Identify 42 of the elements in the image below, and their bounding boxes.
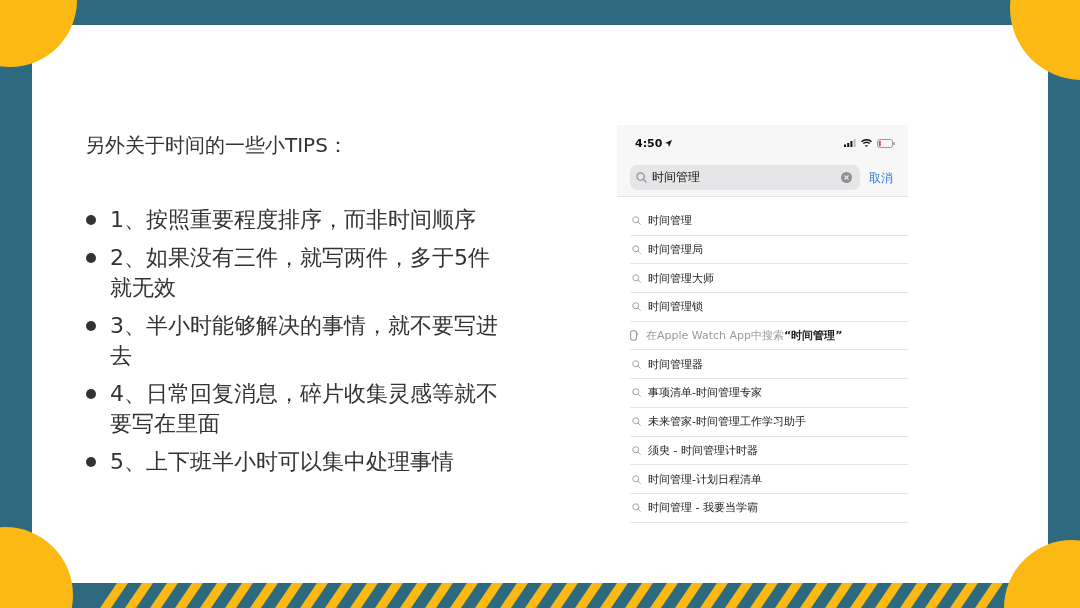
clear-icon[interactable] xyxy=(841,172,852,183)
slide-title: 另外关于时间的一些小TIPS： xyxy=(85,132,349,159)
search-icon xyxy=(632,474,641,484)
status-time: 4:50 xyxy=(635,136,663,150)
suggestion-item[interactable]: 须臾 - 时间管理计时器 xyxy=(630,436,908,466)
suggestion-item[interactable]: 事项清单-时间管理专家 xyxy=(630,379,908,408)
tip-text: 2、如果没有三件，就写两件，多于5件就无效 xyxy=(110,244,491,302)
search-icon xyxy=(636,172,647,183)
search-field[interactable]: 时间管理 xyxy=(630,165,860,190)
cancel-button[interactable]: 取消 xyxy=(869,169,893,186)
tip-text: 5、上下班半小时可以集中处理事情 xyxy=(110,448,455,476)
suggestion-item[interactable]: 时间管理局 xyxy=(630,235,908,265)
search-icon xyxy=(632,245,641,255)
tip-text: 1、按照重要程度排序，而非时间顺序 xyxy=(110,206,477,234)
search-icon xyxy=(632,216,641,226)
tip-text: 3、半小时能够解决的事情，就不要写进去 xyxy=(110,312,499,370)
suggestion-item[interactable]: 时间管理 xyxy=(630,207,908,236)
suggestion-item[interactable]: 时间管理器 xyxy=(630,350,908,380)
search-icon xyxy=(632,417,641,427)
bullet-icon xyxy=(86,457,96,467)
search-icon xyxy=(632,445,641,455)
bullet-icon xyxy=(86,321,96,331)
location-arrow-icon xyxy=(665,139,673,147)
wifi-icon xyxy=(861,139,872,147)
bullet-icon xyxy=(86,389,96,399)
suggestion-item[interactable]: 时间管理 - 我要当学霸 xyxy=(630,493,908,523)
suggestion-item[interactable]: 在Apple Watch App中搜索“时间管理” xyxy=(630,321,908,351)
suggestion-item[interactable]: 未来管家-时间管理工作学习助手 xyxy=(630,407,908,437)
suggestion-item[interactable]: 时间管理-计划日程清单 xyxy=(630,465,908,494)
search-icon xyxy=(632,503,641,513)
search-icon xyxy=(632,359,641,369)
search-icon xyxy=(632,302,641,312)
bullet-icon xyxy=(86,253,96,263)
watch-icon xyxy=(630,330,638,342)
battery-icon xyxy=(877,138,895,148)
suggestion-item[interactable]: 时间管理大师 xyxy=(630,264,908,294)
bullet-icon xyxy=(86,215,96,225)
signal-icon xyxy=(844,139,856,147)
suggestion-item[interactable]: 时间管理锁 xyxy=(630,293,908,322)
tip-text: 4、日常回复消息，碎片收集灵感等就不要写在里面 xyxy=(110,380,499,438)
search-icon xyxy=(632,388,641,398)
search-icon xyxy=(632,273,641,283)
